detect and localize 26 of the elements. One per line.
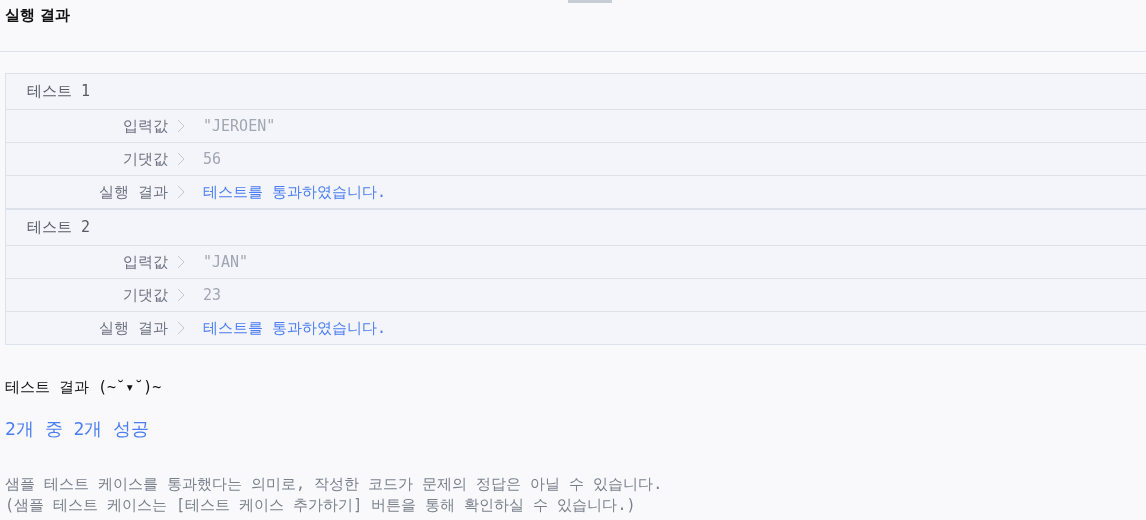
row-label: 입력값 [122, 116, 168, 136]
row-label: 실행 결과 [97, 182, 168, 202]
chevron-right-icon [177, 152, 185, 166]
chevron-right-icon [177, 255, 185, 269]
chevron-right-icon [177, 321, 185, 335]
result-text: 테스트를 통과하였습니다. [203, 182, 387, 202]
row-label: 기댓값 [122, 285, 168, 305]
chevron-right-icon [177, 288, 185, 302]
note-text: (샘플 테스트 케이스는 [테스트 케이스 추가하기] 버튼을 통해 확인하실 수 있습니다.) [5, 495, 637, 516]
resize-handle[interactable] [568, 0, 612, 3]
score-text: 2개 중 2개 성공 [5, 417, 151, 441]
value-text: 23 [203, 286, 222, 304]
value-text: "JEROEN" [203, 117, 276, 135]
row-label: 기댓값 [122, 149, 168, 169]
note-text: 샘플 테스트 케이스를 통과했다는 의미로, 작성한 코드가 문제의 정답은 아닐 수 있습니다. [5, 474, 664, 495]
summary-heading: 테스트 결과 (~˘▾˘)~ [5, 378, 163, 397]
test-name: 테스트 1 [27, 82, 91, 101]
chevron-right-icon [177, 185, 185, 199]
value-text: 56 [203, 150, 222, 168]
panel-title: 실행 결과 [5, 6, 72, 25]
row-label: 실행 결과 [97, 318, 168, 338]
row-label: 입력값 [122, 252, 168, 272]
result-text: 테스트를 통과하였습니다. [203, 318, 387, 338]
chevron-right-icon [177, 119, 185, 133]
value-text: "JAN" [203, 253, 249, 271]
test-name: 테스트 2 [27, 218, 91, 237]
